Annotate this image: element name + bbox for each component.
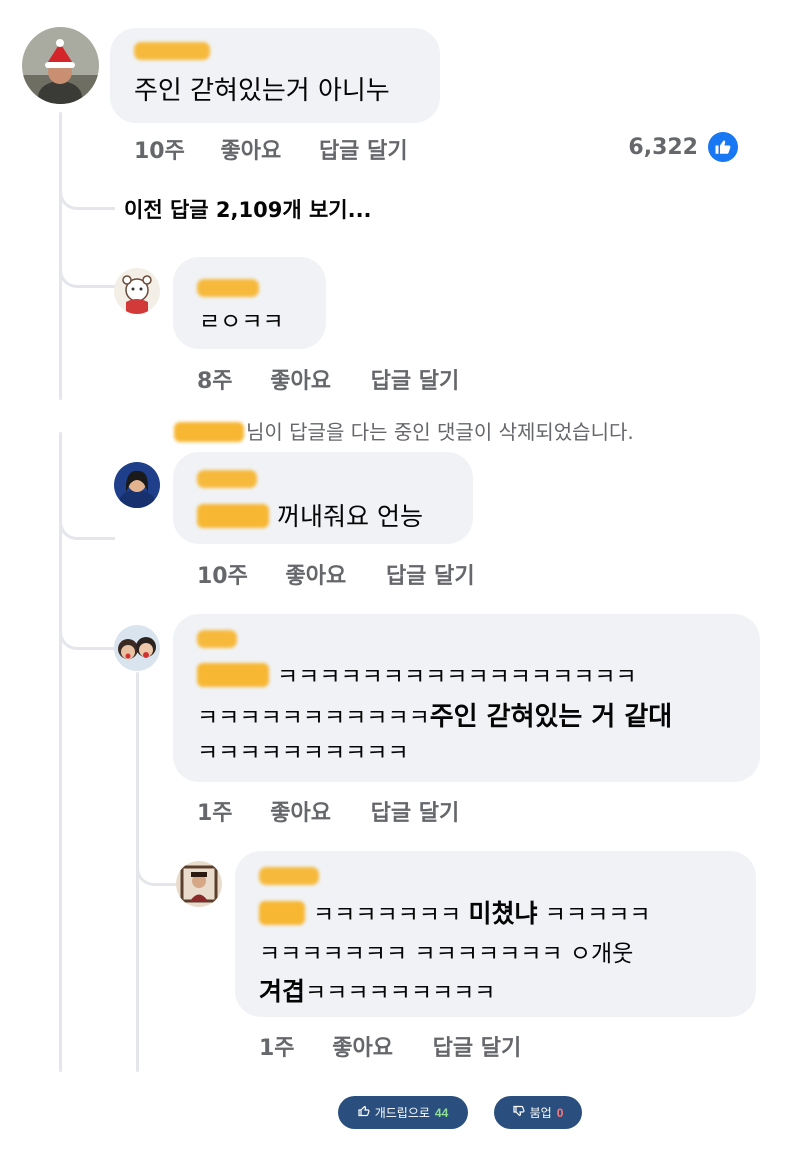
comment-text-part: ㅋㅋㅋㅋㅋ (544, 902, 651, 928)
like-button[interactable]: 좋아요 (270, 363, 331, 395)
thumbs-down-icon (513, 1105, 525, 1120)
comment-actions: 1주 좋아요 답글 달기 (259, 1030, 521, 1062)
reply-button[interactable]: 답글 달기 (433, 1030, 522, 1062)
redacted-author-name (134, 42, 210, 60)
like-button[interactable]: 좋아요 (221, 133, 282, 165)
comment-bubble: 주인 갇혀있는거 아니누 (110, 28, 440, 123)
redacted-author-name (197, 279, 259, 297)
comment-text-part: ㅋㅋㅋㅋㅋㅋㅋ (313, 902, 462, 928)
avatar-image (176, 861, 222, 907)
thread-connector (59, 610, 115, 650)
comment-bubble: ㄹㅇㅋㅋ (173, 257, 326, 349)
comment-text-line: ㅋㅋㅋㅋㅋㅋㅋ 미쳤냐 ㅋㅋㅋㅋㅋ (259, 895, 651, 934)
comment-text: 꺼내줘요 언능 (197, 498, 423, 536)
avatar-image (114, 268, 160, 314)
redacted-author-name (197, 470, 257, 488)
upvote-count: 44 (434, 1105, 449, 1120)
downvote-label: 붐업 (529, 1106, 552, 1120)
comment-text-bold: 겨겹 (259, 977, 306, 1006)
comment-text-part: ㅋㅋㅋㅋㅋㅋㅋㅋㅋㅋㅋㅋㅋㅋㅋㅋㅋ (277, 664, 637, 690)
avatar[interactable] (176, 861, 222, 907)
upvote-button[interactable]: 개드립으로 44 (338, 1096, 468, 1129)
comment-text-part: ㅋㅋㅋㅋㅋㅋㅋㅋㅋ (305, 980, 496, 1006)
downvote-button[interactable]: 붐업 0 (494, 1096, 582, 1129)
comment-bubble: ㅋㅋㅋㅋㅋㅋㅋ 미쳤냐 ㅋㅋㅋㅋㅋ ㅋㅋㅋㅋㅋㅋㅋ ㅋㅋㅋㅋㅋㅋㅋ ㅇ개웃 겨겹… (235, 851, 756, 1017)
comment-time[interactable]: 8주 (197, 363, 233, 395)
view-previous-replies-link[interactable]: 이전 답글 2,109개 보기... (124, 194, 372, 224)
thread-connector (136, 850, 176, 886)
comment-actions: 10주 좋아요 답글 달기 (134, 133, 408, 165)
avatar[interactable] (114, 268, 160, 314)
comment-time[interactable]: 1주 (259, 1030, 295, 1062)
comment-text-part: ㅋㅋㅋㅋㅋㅋㅋㅋㅋㅋㅋ (197, 705, 430, 731)
downvote-count: 0 (556, 1105, 564, 1120)
avatar[interactable] (114, 462, 160, 508)
thumbs-up-icon (358, 1105, 370, 1120)
comment-time[interactable]: 10주 (197, 558, 248, 590)
comment-text-body: 꺼내줘요 언능 (277, 502, 423, 531)
comment-text: ㄹㅇㅋㅋ (199, 309, 284, 335)
upvote-label: 개드립으로 (374, 1106, 430, 1120)
comment-time[interactable]: 10주 (134, 133, 185, 165)
comment-text-line: ㅋㅋㅋㅋㅋㅋㅋㅋㅋㅋ (197, 740, 409, 766)
avatar-image (114, 462, 160, 508)
thread-connector (59, 170, 115, 210)
comment-bubble: ㅋㅋㅋㅋㅋㅋㅋㅋㅋㅋㅋㅋㅋㅋㅋㅋㅋ ㅋㅋㅋㅋㅋㅋㅋㅋㅋㅋㅋ주인 갇혀있는 거 같… (173, 614, 760, 782)
like-button[interactable]: 좋아요 (332, 1030, 393, 1062)
redacted-author-name (197, 630, 237, 648)
comment-text: 주인 갇혀있는거 아니누 (134, 76, 390, 106)
comment-actions: 8주 좋아요 답글 달기 (197, 363, 459, 395)
comment-text-line: 겨겹ㅋㅋㅋㅋㅋㅋㅋㅋㅋ (259, 973, 495, 1012)
reply-button[interactable]: 답글 달기 (386, 558, 475, 590)
comment-text-bold: 주인 갇혀있는 거 같대 (429, 702, 673, 732)
comment-actions: 10주 좋아요 답글 달기 (197, 558, 475, 590)
like-count-value: 6,322 (628, 134, 698, 160)
thumbs-up-icon (708, 132, 738, 162)
comment-time[interactable]: 1주 (197, 795, 233, 827)
comment-text-line: ㅋㅋㅋㅋㅋㅋㅋㅋㅋㅋㅋㅋㅋㅋㅋㅋㅋ (197, 658, 637, 696)
comment-actions: 1주 좋아요 답글 달기 (197, 795, 459, 827)
comment-text-line: ㅋㅋㅋㅋㅋㅋㅋㅋㅋㅋㅋ주인 갇혀있는 거 같대 (197, 698, 672, 737)
avatar-image (114, 625, 160, 671)
redacted-mention (197, 504, 269, 528)
reply-button[interactable]: 답글 달기 (371, 363, 460, 395)
reaction-count[interactable]: 6,322 (628, 132, 738, 162)
avatar[interactable] (114, 625, 160, 671)
deleted-notice-text: 님이 답글을 다는 중인 댓글이 삭제되었습니다. (246, 420, 634, 444)
avatar-image (22, 27, 99, 104)
reply-button[interactable]: 답글 달기 (319, 133, 408, 165)
redacted-author-name (259, 867, 319, 885)
thread-connector (59, 250, 115, 288)
avatar[interactable] (22, 27, 99, 104)
redacted-mention (259, 901, 305, 925)
redacted-user-name (174, 422, 244, 442)
like-button[interactable]: 좋아요 (286, 558, 347, 590)
like-button[interactable]: 좋아요 (270, 795, 331, 827)
reply-button[interactable]: 답글 달기 (371, 795, 460, 827)
comment-bubble: 꺼내줘요 언능 (173, 452, 473, 544)
thread-connector (59, 492, 115, 540)
comment-text-bold: 미쳤냐 (468, 899, 538, 928)
redacted-mention (197, 663, 269, 687)
comment-text-line: ㅋㅋㅋㅋㅋㅋㅋ ㅋㅋㅋㅋㅋㅋㅋ ㅇ개웃 (259, 941, 634, 967)
deleted-comment-notice: 님이 답글을 다는 중인 댓글이 삭제되었습니다. (174, 416, 634, 445)
